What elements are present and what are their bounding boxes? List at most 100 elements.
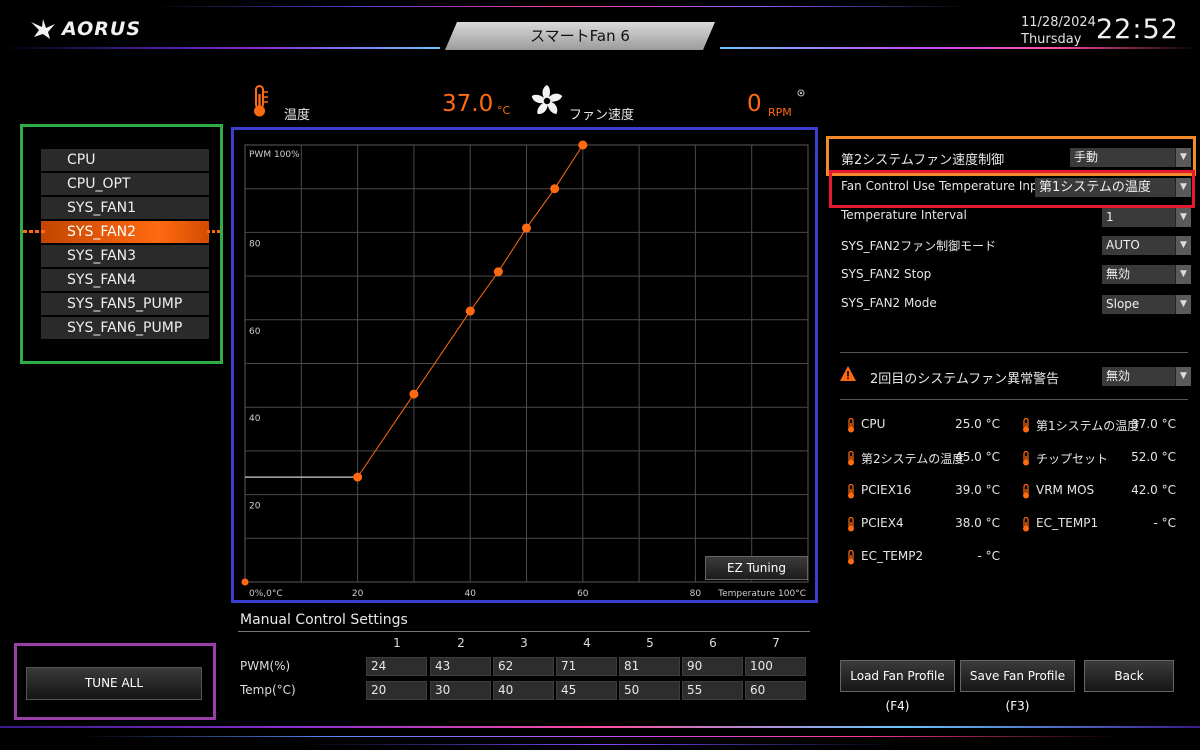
thermometer-icon [1023, 451, 1029, 466]
column-header: 7 [772, 636, 780, 650]
fan-list-item[interactable]: SYS_FAN1 [41, 197, 209, 219]
chevron-down-icon: ▼ [1175, 367, 1191, 386]
temperature-input-label: Fan Control Use Temperature Input [841, 179, 1050, 193]
curve-control-point[interactable] [353, 472, 363, 482]
temperature-interval-select[interactable]: 1 ▼ [1102, 208, 1191, 227]
footer-glow-1 [0, 726, 1200, 728]
fan-list-item[interactable]: CPU [41, 149, 209, 171]
clock: 22:52 [1096, 14, 1179, 45]
fan-list-item[interactable]: SYS_FAN6_PUMP [41, 317, 209, 339]
curve-control-point[interactable] [550, 184, 560, 194]
temp-sensor-value: - °C [1153, 516, 1176, 530]
column-header: 6 [709, 636, 717, 650]
fan-curve-svg[interactable]: 20 40 60 80 20 40 60 80 PWM 100% 0%,0°C Temperatur… [234, 130, 815, 600]
fan-fail-warning-select[interactable]: 無効 ▼ [1102, 367, 1191, 386]
speed-control-value: 手動 [1074, 150, 1099, 164]
fan-list-item[interactable]: SYS_FAN5_PUMP [41, 293, 209, 315]
fan-stop-value: 無効 [1106, 267, 1131, 281]
temperature-interval-value: 1 [1106, 210, 1114, 224]
temp-input-cell[interactable]: 30 [430, 681, 491, 700]
column-header: 4 [583, 636, 591, 650]
tune-all-button[interactable]: TUNE ALL [26, 667, 202, 700]
temp-sensor-value: 52.0 °C [1131, 450, 1176, 464]
fan-list-item[interactable]: SYS_FAN2 [23, 221, 221, 243]
thermometer-icon [848, 418, 854, 433]
chevron-down-icon: ▼ [1175, 236, 1191, 255]
fan-control-mode-select[interactable]: AUTO ▼ [1102, 236, 1191, 255]
thermometer-icon [1023, 418, 1029, 433]
fan-mode-label: SYS_FAN2 Mode [841, 296, 937, 310]
pwm-input-cell[interactable]: 24 [366, 657, 427, 676]
temp-sensor-value: 38.0 °C [955, 516, 1000, 530]
curve-control-point[interactable] [493, 267, 503, 277]
y-axis-label: PWM 100% [249, 150, 300, 160]
temperature-unit: °C [497, 104, 511, 117]
ez-tuning-button[interactable]: EZ Tuning [705, 556, 808, 580]
pwm-input-cell[interactable]: 71 [556, 657, 617, 676]
fan-list-item[interactable]: CPU_OPT [41, 173, 209, 195]
x-tick-label: 60 [577, 589, 589, 599]
save-fan-profile-button[interactable]: Save Fan Profile (F3) [960, 660, 1075, 713]
chevron-down-icon: ▼ [1175, 148, 1191, 167]
temp-input-cell[interactable]: 20 [366, 681, 427, 700]
footer-glow-3 [300, 744, 900, 745]
temperature-interval-label: Temperature Interval [841, 208, 967, 222]
load-fan-profile-button[interactable]: Load Fan Profile (F4) [840, 660, 955, 713]
pwm-input-cell[interactable]: 100 [745, 657, 806, 676]
fan-stop-select[interactable]: 無効 ▼ [1102, 265, 1191, 284]
pwm-input-cell[interactable]: 81 [619, 657, 680, 676]
curve-control-point[interactable] [522, 223, 531, 233]
x-tick-label: 80 [690, 589, 702, 599]
curve-control-point[interactable] [409, 389, 419, 399]
temp-input-cell[interactable]: 55 [682, 681, 743, 700]
temp-input-cell[interactable]: 60 [745, 681, 806, 700]
chevron-down-icon: ▼ [1175, 265, 1191, 284]
temp-sensor-name: CPU [861, 417, 886, 431]
back-button[interactable]: Back [1084, 660, 1174, 692]
temp-sensor-value: 42.0 °C [1131, 483, 1176, 497]
temp-sensor-name: EC_TEMP2 [861, 549, 924, 563]
fan-mode-select[interactable]: Slope ▼ [1102, 295, 1191, 314]
column-header: 2 [457, 636, 465, 650]
fan-curve-chart[interactable]: 20 40 60 80 20 40 60 80 PWM 100% 0%,0°C Temperatur… [231, 127, 818, 603]
thermometer-icon [254, 85, 268, 117]
pwm-row-label: PWM(%) [240, 659, 291, 673]
manual-control-title: Manual Control Settings [240, 612, 408, 628]
column-header: 1 [393, 636, 401, 650]
y-tick-label: 40 [249, 414, 261, 424]
curve-control-point[interactable] [465, 306, 475, 316]
chevron-down-icon: ▼ [1175, 208, 1191, 227]
curve-control-point[interactable] [578, 140, 588, 150]
fan-speed-value: 0 [747, 91, 762, 117]
column-header: 3 [520, 636, 528, 650]
fan-list-item[interactable]: SYS_FAN4 [41, 269, 209, 291]
temp-input-cell[interactable]: 40 [493, 681, 554, 700]
pwm-input-cell[interactable]: 62 [493, 657, 554, 676]
speed-control-select[interactable]: 手動 ▼ [1070, 148, 1191, 167]
fan-list-item[interactable]: SYS_FAN3 [41, 245, 209, 267]
date-display: 11/28/2024 Thursday [1021, 14, 1096, 48]
temperature-input-select[interactable]: 第1システムの温度 ▼ [1035, 178, 1191, 197]
warning-icon [840, 366, 856, 381]
thermometer-icon [848, 517, 854, 532]
curve-control-point[interactable] [241, 578, 249, 586]
temp-sensor-value: 37.0 °C [1131, 417, 1176, 431]
temp-input-cell[interactable]: 50 [619, 681, 680, 700]
header-glow-left [0, 47, 440, 49]
page-title: スマートFan 6 [445, 22, 715, 50]
header-bar: AORUS スマートFan 6 11/28/2024 Thursday 22:5… [0, 0, 1200, 62]
aorus-logo: AORUS [30, 18, 141, 40]
pwm-input-cell[interactable]: 90 [682, 657, 743, 676]
x-axis-label: Temperature 100°C [717, 589, 806, 599]
fan-speed-unit: RPM [768, 106, 792, 119]
fan-speed-label: ファン速度 [569, 108, 635, 123]
weekday-text: Thursday [1021, 32, 1082, 47]
fan-header-list: CPU CPU_OPT SYS_FAN1 SYS_FAN2 SYS_FAN3 SYS_FA… [20, 124, 223, 364]
date-text: 11/28/2024 [1021, 15, 1096, 30]
temp-input-cell[interactable]: 45 [556, 681, 617, 700]
y-tick-label: 80 [249, 239, 261, 249]
temp-sensor-name: PCIEX4 [861, 516, 904, 530]
temp-sensor-value: 25.0 °C [955, 417, 1000, 431]
pwm-input-cell[interactable]: 43 [430, 657, 491, 676]
manual-control-divider [238, 631, 810, 632]
